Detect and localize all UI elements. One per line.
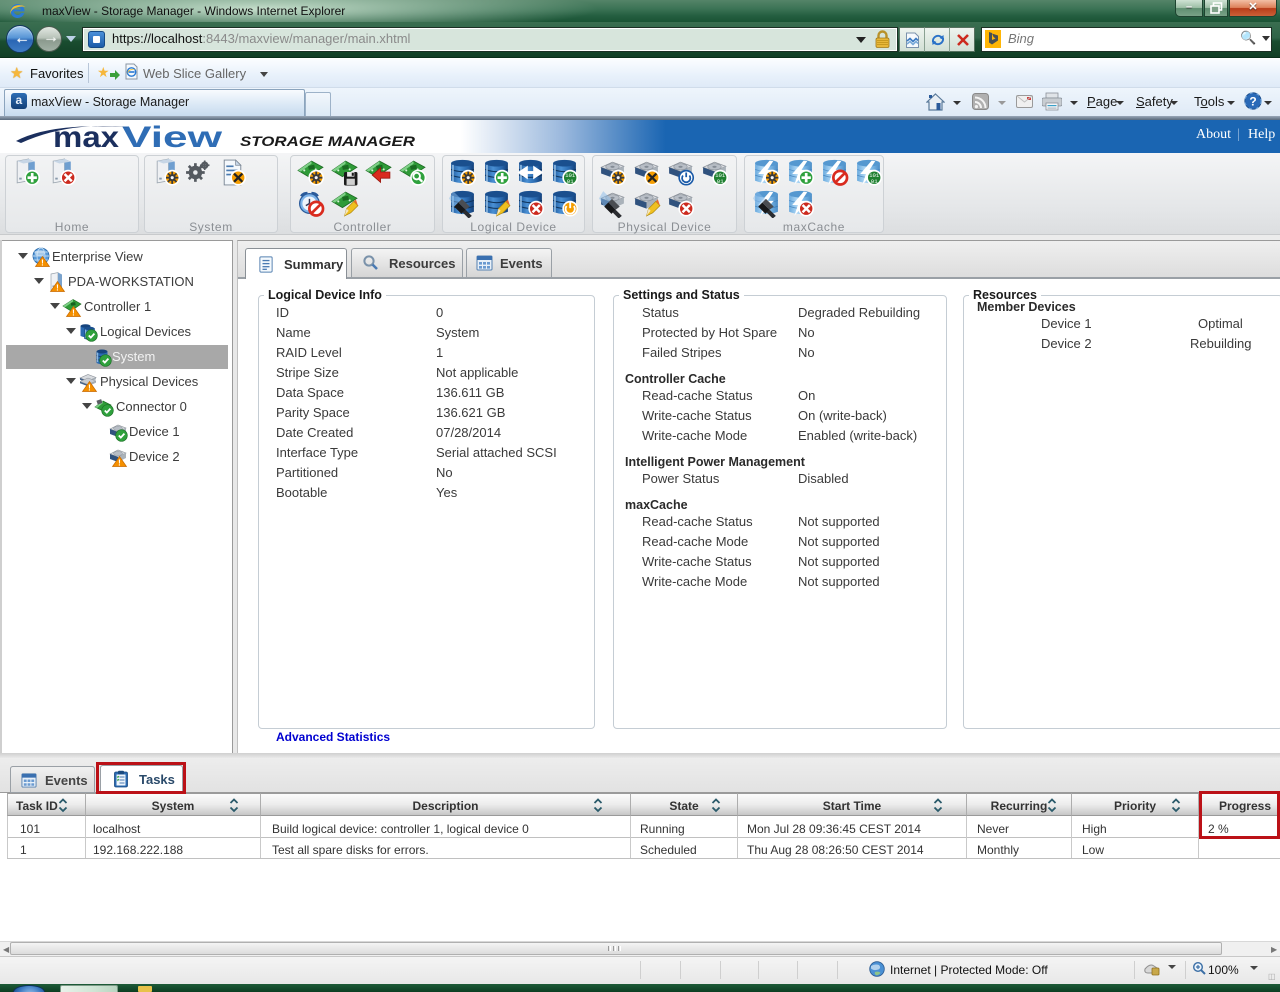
svg-text:!: !: [118, 459, 121, 468]
svg-text:01: 01: [717, 178, 724, 185]
svg-text:!: !: [41, 259, 44, 268]
svg-text:01: 01: [567, 178, 574, 185]
svg-text:!: !: [56, 284, 59, 293]
svg-text:!: !: [72, 309, 75, 318]
svg-text:!: !: [88, 384, 91, 393]
svg-text:01: 01: [871, 178, 878, 185]
svg-text:?: ?: [1249, 95, 1256, 109]
